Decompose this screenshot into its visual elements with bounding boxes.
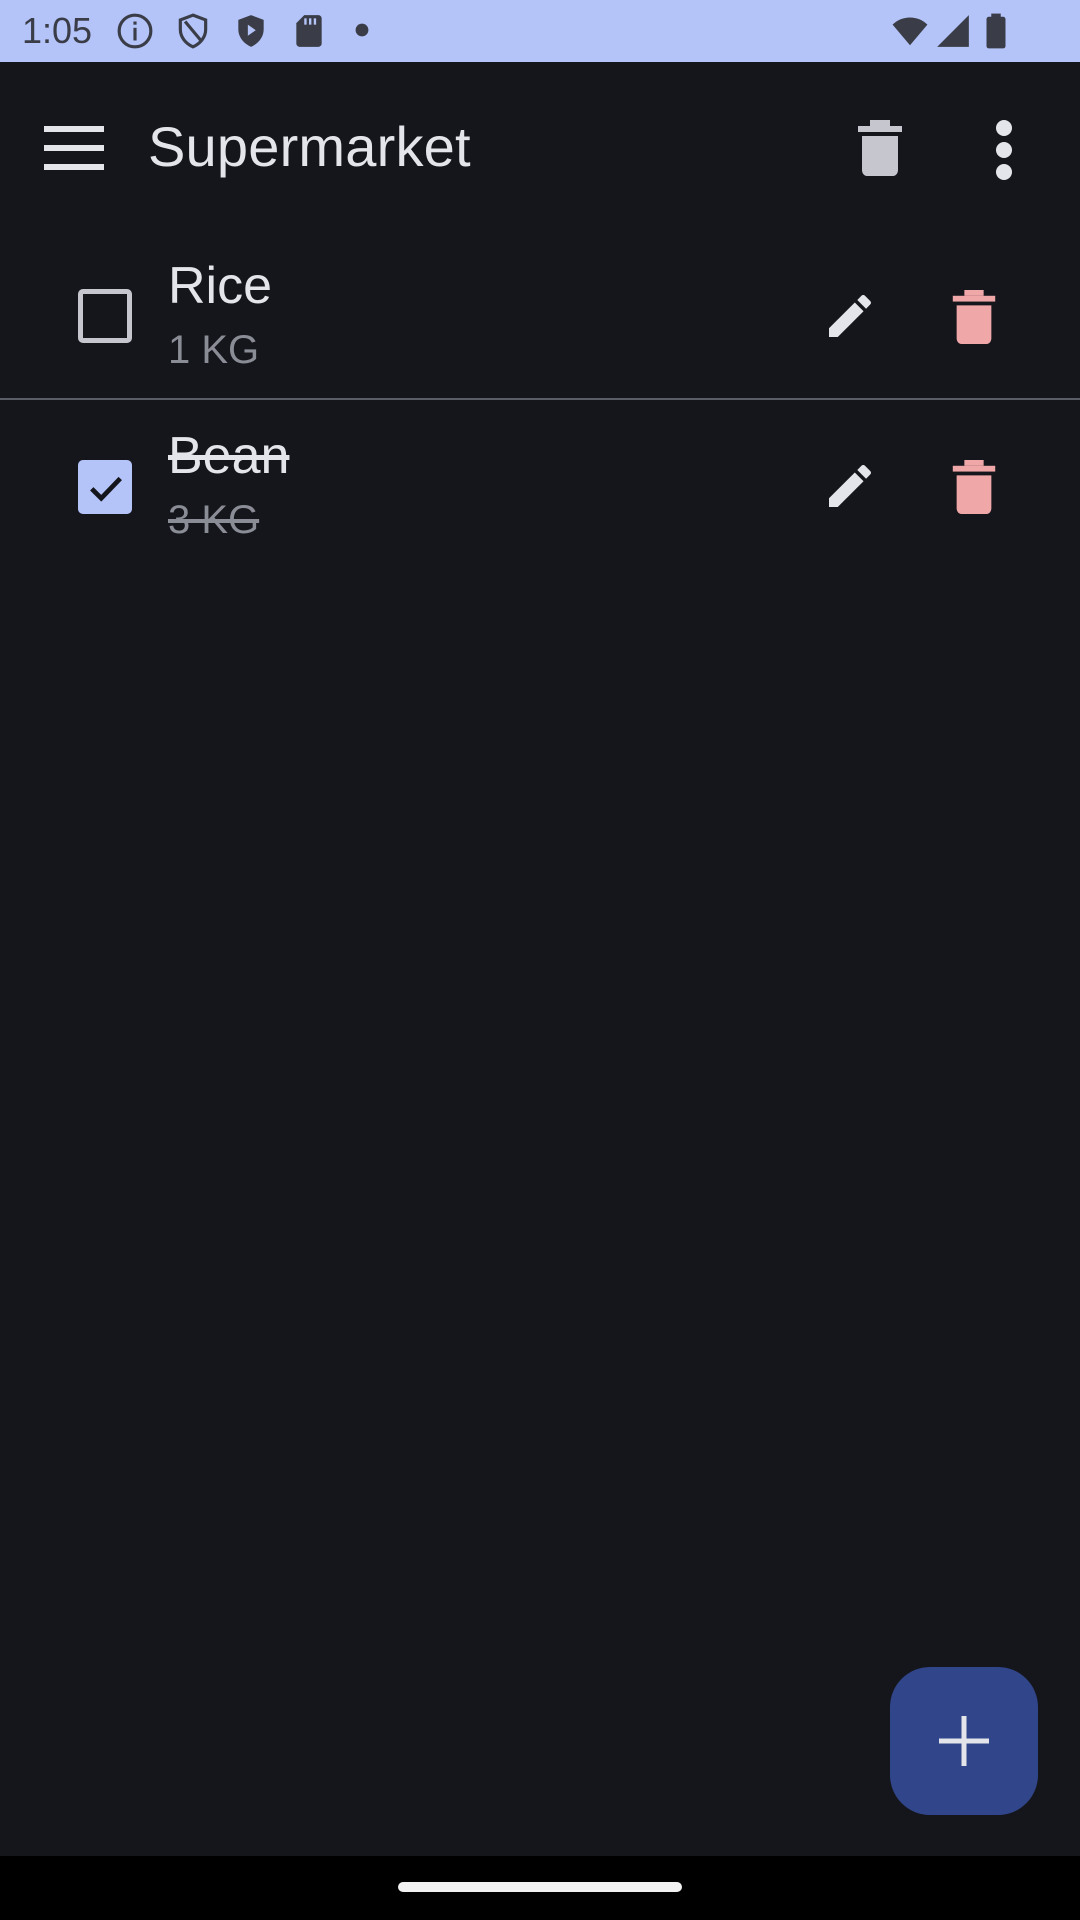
list-item[interactable]: Rice 1 KG — [0, 234, 1080, 404]
signal-icon — [934, 12, 972, 50]
more-vert-icon[interactable] — [992, 120, 1016, 180]
delete-icon[interactable] — [952, 290, 996, 344]
navigation-bar — [0, 1856, 1080, 1920]
item-quantity: 1 KG — [168, 328, 260, 372]
check-icon — [90, 476, 122, 502]
page-title: Supermarket — [148, 115, 471, 178]
play-shield-icon — [232, 12, 270, 50]
item-name: Bean — [168, 427, 290, 485]
wifi-icon — [888, 12, 932, 50]
sd-card-icon — [290, 12, 328, 50]
battery-icon — [982, 12, 1010, 50]
edit-icon[interactable] — [822, 458, 878, 514]
add-icon — [939, 1716, 989, 1766]
menu-icon[interactable] — [44, 124, 104, 172]
app-bar: Supermarket — [0, 62, 1080, 234]
dot-icon — [354, 22, 370, 38]
item-name: Rice — [168, 257, 273, 315]
add-item-button[interactable] — [890, 1667, 1038, 1815]
home-handle[interactable] — [398, 1882, 682, 1892]
delete-icon[interactable] — [952, 460, 996, 514]
shield-icon — [174, 12, 212, 50]
status-time: 1:05 — [22, 10, 93, 51]
delete-all-icon[interactable] — [858, 120, 902, 176]
shopping-list: Rice 1 KG Bean 3 KG — [0, 234, 1080, 574]
info-icon — [116, 12, 154, 50]
edit-icon[interactable] — [822, 288, 878, 344]
item-checkbox[interactable] — [78, 289, 132, 343]
divider — [0, 398, 1080, 400]
status-bar: 1:05 — [0, 0, 1080, 62]
list-item[interactable]: Bean 3 KG — [0, 404, 1080, 574]
item-quantity: 3 KG — [168, 498, 260, 542]
item-checkbox-checked[interactable] — [78, 460, 132, 514]
